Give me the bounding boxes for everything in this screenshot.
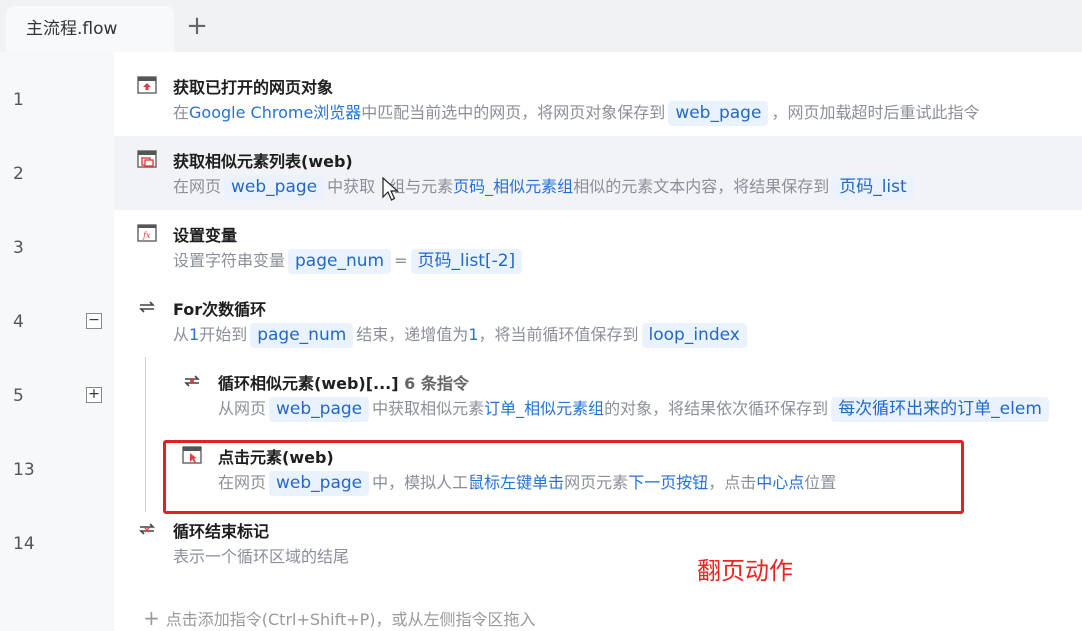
plus-icon: +: [143, 606, 160, 630]
flow-step-similar-elements[interactable]: 获取相似元素列表(web) 在网页 web_page 中获取 组与元素页码_相似元素组…: [114, 136, 1082, 210]
flow-step-open-webpage[interactable]: 获取已打开的网页对象 在Google Chrome浏览器中匹配当前选中的网页，将…: [114, 62, 1082, 136]
step-description: 设置字符串变量 page_num = 页码_list[-2]: [173, 247, 525, 274]
line-gutter: 1 2 3 4 − 5 + 13 14: [0, 52, 114, 631]
svg-text:fx: fx: [142, 231, 151, 240]
step-description: 在网页 web_page 中获取 组与元素页码_相似元素组相似的元素文本内容，将结果保…: [173, 173, 917, 200]
variable-chip[interactable]: 每次循环出来的订单_elem: [831, 397, 1049, 422]
step-description: 从1开始到 page_num 结束，递增值为1，将当前循环值保存到 loop_inde…: [173, 321, 750, 348]
variable-chip[interactable]: loop_index: [641, 323, 747, 348]
collapse-loop-button[interactable]: −: [86, 313, 102, 329]
variable-chip[interactable]: web_page: [224, 175, 325, 200]
step-title: 获取相似元素列表(web): [173, 152, 353, 171]
expand-loop-button[interactable]: +: [86, 387, 102, 403]
variable-fx-icon: fx: [137, 224, 157, 242]
step-description: 从网页 web_page 中获取相似元素订单_相似元素组的对象，将结果依次循环保存到…: [218, 395, 1052, 422]
variable-chip[interactable]: 页码_list[-2]: [410, 249, 523, 274]
flow-canvas: 获取已打开的网页对象 在Google Chrome浏览器中匹配当前选中的网页，将…: [114, 52, 1082, 631]
line-number: 4: [13, 312, 24, 332]
add-instruction-hint[interactable]: + 点击添加指令(Ctrl+Shift+P)，或从左侧指令区拖入: [143, 606, 536, 630]
step-title: For次数循环: [173, 300, 267, 319]
line-number: 2: [13, 164, 24, 184]
variable-chip[interactable]: web_page: [668, 101, 769, 126]
flow-step-for-loop[interactable]: For次数循环 从1开始到 page_num 结束，递增值为1，将当前循环值保存到 l…: [114, 284, 1082, 358]
highlight-box: [163, 440, 964, 514]
flow-step-loop-end[interactable]: 循环结束标记 表示一个循环区域的结尾: [114, 506, 1082, 580]
step-title: 循环相似元素(web)[...] 6 条指令: [218, 374, 469, 393]
line-number: 1: [13, 90, 24, 110]
loop-icon: [184, 375, 200, 387]
step-title: 获取已打开的网页对象: [173, 78, 334, 97]
variable-chip[interactable]: page_num: [250, 323, 354, 348]
flow-step-loop-similar-elements[interactable]: 循环相似元素(web)[...] 6 条指令 从网页 web_page 中获取相似元…: [114, 358, 1082, 432]
line-number: 3: [13, 238, 24, 258]
annotation-label: 翻页动作: [697, 557, 793, 585]
line-number: 13: [13, 460, 35, 480]
mouse-cursor-icon: [382, 177, 400, 201]
variable-chip[interactable]: web_page: [269, 397, 370, 422]
flow-step-set-variable[interactable]: fx 设置变量 设置字符串变量 page_num = 页码_list[-2]: [114, 210, 1082, 284]
tab-main-flow[interactable]: 主流程.flow: [6, 6, 174, 52]
variable-chip[interactable]: 页码_list: [832, 175, 914, 200]
step-description: 在Google Chrome浏览器中匹配当前选中的网页，将网页对象保存到 web_…: [173, 99, 979, 126]
browser-icon: [137, 76, 157, 94]
line-number: 14: [13, 534, 35, 554]
collapsed-count: 6 条指令: [404, 374, 469, 393]
loop-end-icon: [139, 523, 155, 535]
add-tab-button[interactable]: +: [182, 10, 212, 44]
variable-chip[interactable]: page_num: [288, 249, 392, 274]
element-list-icon: [137, 150, 157, 168]
line-number: 5: [13, 386, 24, 406]
loop-icon: [139, 301, 155, 313]
step-description: 表示一个循环区域的结尾: [173, 547, 350, 566]
step-title: 设置变量: [173, 226, 238, 245]
step-title: 循环结束标记: [173, 522, 270, 541]
tab-bar: 主流程.flow +: [0, 0, 1082, 52]
